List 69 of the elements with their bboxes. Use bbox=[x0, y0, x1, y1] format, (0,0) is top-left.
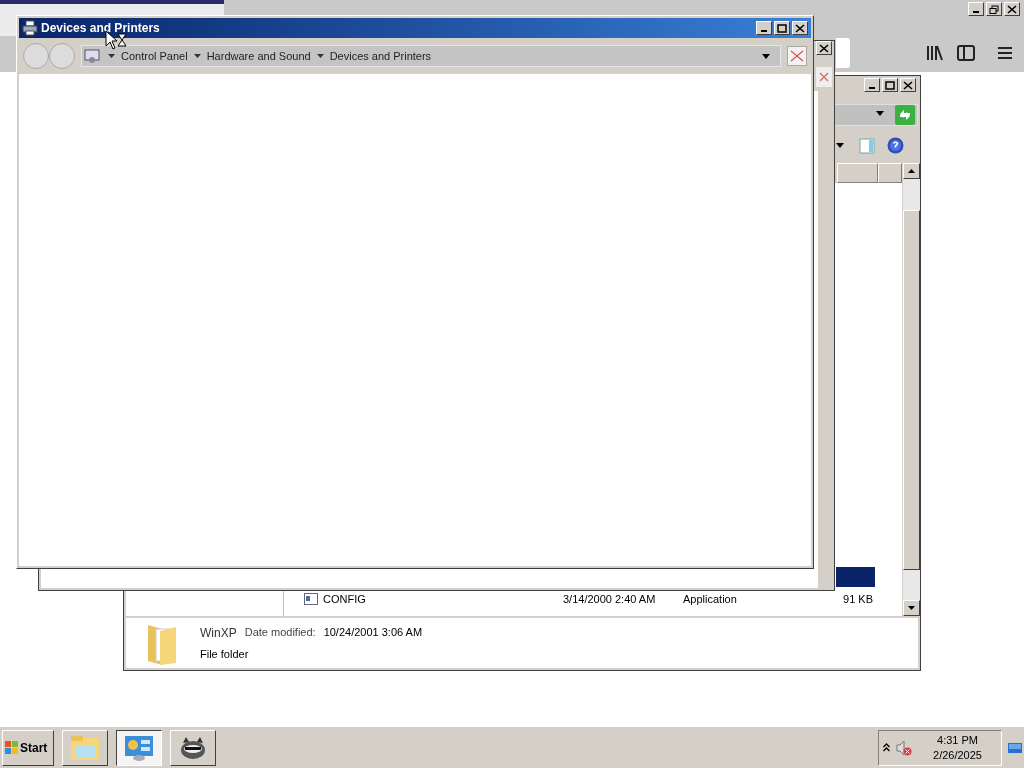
menu-icon[interactable] bbox=[997, 46, 1013, 60]
refresh-icon[interactable] bbox=[895, 105, 915, 125]
item-name: WinXP bbox=[200, 624, 237, 642]
close-icon bbox=[903, 80, 913, 90]
printer-icon bbox=[22, 20, 38, 36]
application-icon bbox=[304, 593, 318, 605]
show-desktop-icon[interactable] bbox=[1008, 741, 1022, 754]
dropdown-arrow-icon[interactable] bbox=[193, 54, 201, 58]
dropdown-arrow-icon[interactable] bbox=[762, 53, 770, 59]
date-modified-label: Date modified: bbox=[244, 624, 316, 640]
minimize-icon bbox=[973, 11, 979, 13]
minimize-icon bbox=[761, 30, 767, 32]
scrollbar[interactable] bbox=[903, 163, 920, 616]
close-button[interactable] bbox=[1004, 2, 1020, 16]
scroll-down-icon[interactable] bbox=[908, 606, 915, 610]
maximize-button[interactable] bbox=[882, 78, 898, 92]
muted-speaker-icon[interactable] bbox=[896, 739, 912, 756]
control-panel-icon bbox=[84, 48, 102, 64]
column-header[interactable] bbox=[878, 163, 902, 183]
dropdown-arrow-icon[interactable] bbox=[876, 111, 884, 116]
item-type: File folder bbox=[200, 646, 250, 662]
taskbar-button[interactable] bbox=[116, 729, 162, 766]
file-date: 3/14/2000 2:40 AM bbox=[563, 591, 657, 607]
sidebar-icon[interactable] bbox=[957, 45, 975, 61]
dropdown-arrow-icon[interactable] bbox=[836, 143, 844, 148]
maximize-icon bbox=[777, 23, 787, 33]
clock-date: 2/26/2025 bbox=[933, 747, 982, 763]
file-type: Application bbox=[683, 591, 738, 607]
scroll-up-icon[interactable] bbox=[908, 169, 915, 173]
dropdown-arrow-icon[interactable] bbox=[108, 54, 115, 58]
date-modified-value: 10/24/2001 3:06 AM bbox=[323, 624, 423, 640]
minimize-button[interactable] bbox=[968, 2, 984, 16]
folder-icon bbox=[70, 733, 100, 762]
address-bar[interactable]: Control Panel Hardware and Sound Devices and Printers bbox=[81, 45, 781, 67]
breadcrumb-item[interactable]: Hardware and Sound bbox=[206, 47, 311, 65]
minimize-button[interactable] bbox=[756, 21, 772, 35]
clock-time: 4:31 PM bbox=[937, 732, 978, 748]
restore-icon bbox=[989, 4, 999, 14]
minimize-button[interactable] bbox=[864, 78, 880, 92]
window-title: Devices and Printers bbox=[41, 20, 161, 37]
column-header[interactable] bbox=[837, 163, 878, 183]
file-row[interactable]: CONFIG 3/14/2000 2:40 AM Application 91 KB bbox=[304, 590, 900, 608]
breadcrumb-item[interactable]: Control Panel bbox=[121, 47, 188, 65]
close-icon bbox=[819, 72, 829, 82]
dropdown-arrow-icon[interactable] bbox=[316, 54, 324, 58]
close-button[interactable] bbox=[792, 21, 808, 35]
control-panel-icon bbox=[124, 733, 154, 762]
windows-logo-icon bbox=[5, 740, 19, 755]
close-icon bbox=[795, 23, 805, 33]
close-icon bbox=[790, 50, 804, 62]
restore-button[interactable] bbox=[986, 2, 1002, 16]
busy-cursor-icon bbox=[105, 30, 129, 50]
start-button[interactable]: Start bbox=[2, 729, 54, 766]
maximize-button[interactable] bbox=[774, 21, 790, 35]
maximize-icon bbox=[885, 80, 895, 90]
url-field[interactable] bbox=[836, 38, 850, 68]
file-name: CONFIG bbox=[323, 591, 367, 607]
close-tab-button[interactable] bbox=[816, 67, 832, 87]
close-icon bbox=[819, 43, 829, 53]
close-icon bbox=[1007, 4, 1017, 14]
file-size: 91 KB bbox=[842, 591, 873, 607]
close-button[interactable] bbox=[816, 41, 832, 55]
help-icon[interactable] bbox=[887, 137, 904, 154]
minimize-icon bbox=[869, 87, 875, 89]
close-button[interactable] bbox=[900, 78, 916, 92]
chevron-up-icon[interactable] bbox=[883, 743, 890, 752]
breadcrumb-item[interactable]: Devices and Printers bbox=[329, 47, 432, 65]
library-icon[interactable] bbox=[926, 45, 943, 61]
stop-button[interactable] bbox=[787, 46, 807, 66]
